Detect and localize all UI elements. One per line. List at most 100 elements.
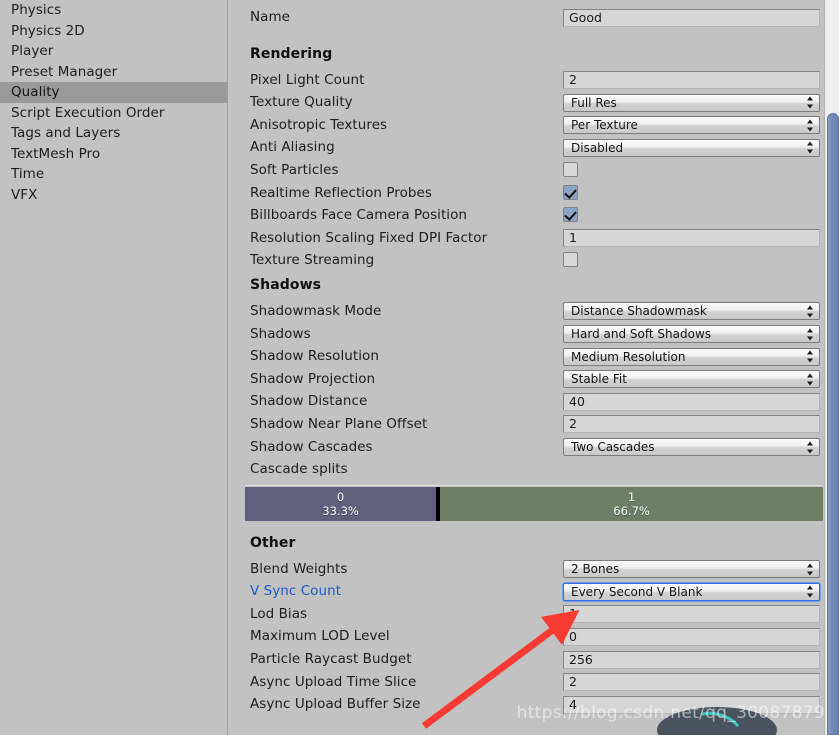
sidebar-item-player[interactable]: Player <box>0 41 227 62</box>
settings-row: Resolution Scaling Fixed DPI Factor 1 <box>229 228 839 251</box>
dropdown-value: Stable Fit <box>571 372 627 387</box>
settings-category-sidebar[interactable]: Physics Physics 2D Player Preset Manager Qua… <box>0 0 228 735</box>
vertical-scrollbar-thumb[interactable] <box>827 113 839 735</box>
dropdown-shadow-projection[interactable]: Stable Fit <box>563 370 820 389</box>
dropdown-shadow-resolution[interactable]: Medium Resolution <box>563 347 820 366</box>
settings-row: Billboards Face Camera Position <box>229 205 839 228</box>
section-title: Rendering <box>250 45 333 62</box>
dropdown-value: Every Second V Blank <box>571 584 703 599</box>
input-async-upload-buffer-size[interactable]: 4 <box>563 695 820 714</box>
cascade-splits-widget[interactable]: 0 33.3% 1 66.7% <box>245 484 823 521</box>
sidebar-item-vfx[interactable]: VFX <box>0 185 227 206</box>
sidebar-item-label: TextMesh Pro <box>11 145 101 162</box>
row-label: Maximum LOD Level <box>250 628 390 645</box>
input-async-upload-time-slice[interactable]: 2 <box>563 673 820 692</box>
row-label: Shadow Resolution <box>250 348 379 365</box>
cascade-segment-percent: 33.3% <box>322 503 359 518</box>
sidebar-item-textmesh-pro[interactable]: TextMesh Pro <box>0 144 227 165</box>
vertical-scrollbar-track[interactable] <box>824 0 839 735</box>
sidebar-item-label: Player <box>11 43 54 59</box>
sidebar-item-preset-manager[interactable]: Preset Manager <box>0 62 227 83</box>
settings-row: Shadow Cascades Two Cascades <box>229 437 839 460</box>
settings-row: Realtime Reflection Probes <box>229 183 839 206</box>
sidebar-item-label: Script Execution Order <box>11 104 165 121</box>
dropdown-arrows-icon <box>807 119 814 132</box>
settings-row: Cascade splits <box>229 459 839 482</box>
sidebar-item-quality[interactable]: Quality <box>0 82 227 103</box>
dropdown-value: Two Cascades <box>571 440 655 454</box>
input-shadow-near-plane-offset[interactable]: 2 <box>563 415 820 434</box>
dropdown-shadow-cascades[interactable]: Two Cascades <box>563 438 820 456</box>
input-value: 2 <box>569 674 577 690</box>
checkbox-soft-particles[interactable] <box>563 161 578 177</box>
dropdown-shadowmask-mode[interactable]: Distance Shadowmask <box>563 302 820 321</box>
dropdown-anisotropic-textures[interactable]: Per Texture <box>563 116 820 135</box>
sidebar-item-label: Physics 2D <box>11 22 85 39</box>
settings-row: Particle Raycast Budget 256 <box>229 649 839 672</box>
sidebar-item-label: Time <box>11 166 45 182</box>
settings-row: Async Upload Buffer Size 4 <box>229 694 839 717</box>
row-label: Blend Weights <box>250 560 348 577</box>
input-value: 2 <box>569 72 577 88</box>
cascade-segment-0[interactable]: 0 33.3% <box>245 486 437 521</box>
settings-row: Anisotropic Textures Per Texture <box>229 115 839 138</box>
input-shadow-distance[interactable]: 40 <box>563 392 820 411</box>
dropdown-shadows[interactable]: Hard and Soft Shadows <box>563 325 820 344</box>
row-label: Cascade splits <box>250 461 348 478</box>
dropdown-arrows-icon <box>807 563 814 576</box>
input-pixel-light-count[interactable]: 2 <box>563 71 820 90</box>
sidebar-item-physics-2d[interactable]: Physics 2D <box>0 21 227 42</box>
settings-row: Maximum LOD Level 0 <box>229 626 839 649</box>
sidebar-item-label: Quality <box>11 84 60 100</box>
cascade-segment-index: 0 <box>336 489 345 504</box>
section-title: Shadows <box>250 276 322 293</box>
section-title: Other <box>250 534 296 551</box>
sidebar-item-label: Physics <box>11 2 62 18</box>
input-lod-bias[interactable]: 1 <box>563 605 820 624</box>
row-label: Realtime Reflection Probes <box>250 184 432 201</box>
dropdown-v-sync-count[interactable]: Every Second V Blank <box>563 582 820 601</box>
row-label: Lod Bias <box>250 605 308 622</box>
row-label: Billboards Face Camera Position <box>250 207 468 224</box>
cascade-splits-bar[interactable]: 0 33.3% 1 66.7% <box>245 486 823 521</box>
sidebar-item-script-execution-order[interactable]: Script Execution Order <box>0 103 227 124</box>
settings-row: Shadow Near Plane Offset 2 <box>229 414 839 437</box>
input-maximum-lod-level[interactable]: 0 <box>563 627 820 646</box>
row-label: Resolution Scaling Fixed DPI Factor <box>250 229 488 246</box>
settings-row: Async Upload Time Slice 2 <box>229 672 839 695</box>
input-particle-raycast-budget[interactable]: 256 <box>563 650 820 669</box>
sidebar-item-tags-and-layers[interactable]: Tags and Layers <box>0 123 227 144</box>
dropdown-value: Medium Resolution <box>571 349 686 364</box>
dropdown-arrows-icon <box>807 585 814 598</box>
checkbox-realtime-reflection-probes[interactable] <box>563 184 578 200</box>
panel-top-spacer <box>229 0 839 7</box>
input-value: 0 <box>569 628 577 644</box>
quality-settings-panel: Name Good Rendering Pixel Light Count 2 Textu… <box>229 0 839 735</box>
dropdown-blend-weights[interactable]: 2 Bones <box>563 560 820 579</box>
settings-row: Texture Streaming <box>229 250 839 273</box>
dropdown-arrows-icon <box>807 373 814 386</box>
section-header-rendering: Rendering <box>229 42 839 70</box>
row-label: Async Upload Buffer Size <box>250 696 421 713</box>
cascade-segment-percent: 66.7% <box>613 503 650 518</box>
settings-row: Blend Weights 2 Bones <box>229 559 839 582</box>
row-label: Texture Quality <box>250 94 353 111</box>
cascade-segment-1[interactable]: 1 66.7% <box>440 486 823 521</box>
section-header-shadows: Shadows <box>229 273 839 301</box>
settings-row: Soft Particles <box>229 160 839 183</box>
dropdown-value: 2 Bones <box>571 562 620 577</box>
input-value: 256 <box>569 651 593 667</box>
sidebar-item-physics[interactable]: Physics <box>0 0 227 21</box>
dropdown-anti-aliasing[interactable]: Disabled <box>563 138 820 157</box>
sidebar-item-label: VFX <box>11 186 38 203</box>
input-name[interactable]: Good <box>563 8 820 27</box>
sidebar-item-time[interactable]: Time <box>0 164 227 185</box>
dropdown-value: Full Res <box>571 95 617 110</box>
dropdown-texture-quality[interactable]: Full Res <box>563 93 820 112</box>
checkbox-billboards-face-camera-position[interactable] <box>563 207 578 223</box>
input-resolution-scaling-fixed-dpi-factor[interactable]: 1 <box>563 229 820 248</box>
post-cascade-gap <box>229 521 839 531</box>
cascade-segment-index: 1 <box>627 489 636 504</box>
checkbox-texture-streaming[interactable] <box>563 252 578 268</box>
